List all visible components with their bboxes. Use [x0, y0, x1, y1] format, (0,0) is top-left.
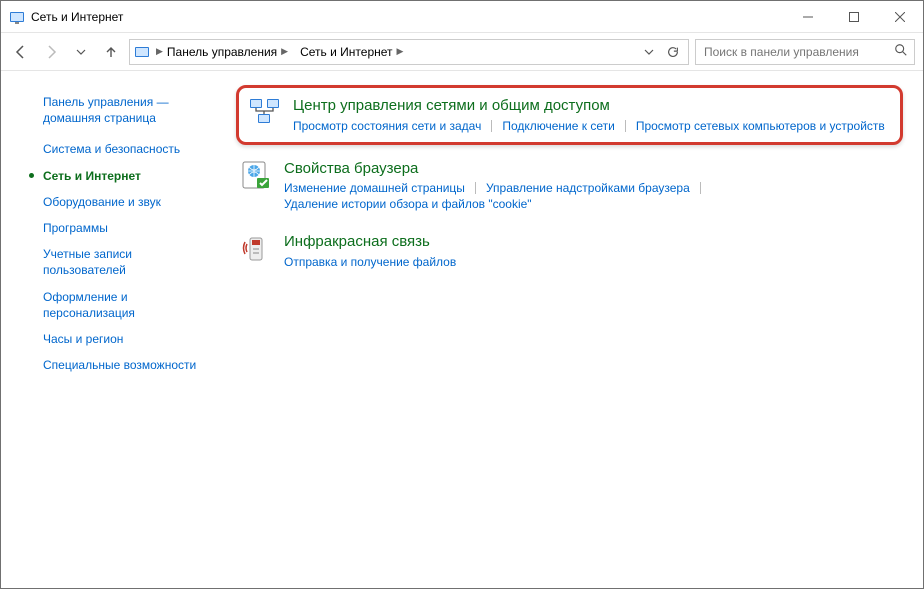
breadcrumb-item[interactable]: ▶ Панель управления ▶ [152, 43, 294, 61]
main-content: Центр управления сетями и общим доступом… [216, 71, 923, 588]
task-link[interactable]: Удаление истории обзора и файлов "cookie… [284, 196, 532, 212]
category-links: Просмотр состояния сети и задач Подключе… [293, 118, 890, 134]
link-separator [475, 182, 476, 194]
infrared-icon [240, 232, 272, 264]
category-title-link[interactable]: Центр управления сетями и общим доступом [293, 96, 890, 116]
task-link[interactable]: Просмотр состояния сети и задач [293, 118, 481, 134]
control-panel-window: Сеть и Интернет [0, 0, 924, 589]
category-infrared: Инфракрасная связь Отправка и получение … [236, 226, 903, 276]
category-body: Инфракрасная связь Отправка и получение … [284, 232, 899, 270]
sidebar-item-clock-region[interactable]: Часы и регион [25, 326, 208, 352]
refresh-button[interactable] [662, 41, 684, 63]
sidebar-item-user-accounts[interactable]: Учетные записи пользователей [25, 241, 208, 283]
chevron-right-icon: ▶ [281, 46, 288, 57]
sidebar: Панель управления — домашняя страница Си… [1, 71, 216, 588]
chevron-right-icon: ▶ [156, 46, 163, 57]
window-buttons [785, 1, 923, 33]
sidebar-item-system-security[interactable]: Система и безопасность [25, 136, 208, 162]
sidebar-item-accessibility[interactable]: Специальные возможности [25, 352, 208, 378]
category-internet-options: Свойства браузера Изменение домашней стр… [236, 153, 903, 219]
task-link[interactable]: Просмотр сетевых компьютеров и устройств [636, 118, 885, 134]
minimize-button[interactable] [785, 1, 831, 33]
category-body: Свойства браузера Изменение домашней стр… [284, 159, 899, 213]
search-box[interactable] [695, 39, 915, 65]
category-body: Центр управления сетями и общим доступом… [293, 96, 890, 134]
client-area: Панель управления — домашняя страница Си… [1, 71, 923, 588]
task-link[interactable]: Подключение к сети [502, 118, 614, 134]
nav-back-button[interactable] [9, 40, 33, 64]
link-separator [700, 182, 701, 194]
address-dropdown-button[interactable] [638, 41, 660, 63]
nav-forward-button[interactable] [39, 40, 63, 64]
category-title-link[interactable]: Инфракрасная связь [284, 232, 899, 252]
category-links: Отправка и получение файлов [284, 254, 899, 270]
titlebar: Сеть и Интернет [1, 1, 923, 33]
address-bar[interactable]: ▶ Панель управления ▶ Сеть и Интернет ▶ [129, 39, 689, 65]
sidebar-item-appearance[interactable]: Оформление и персонализация [25, 284, 208, 326]
sidebar-home-link[interactable]: Панель управления — домашняя страница [25, 89, 208, 136]
sidebar-item-network-internet[interactable]: Сеть и Интернет [25, 163, 208, 189]
close-button[interactable] [877, 1, 923, 33]
control-panel-icon [9, 9, 25, 25]
task-link[interactable]: Отправка и получение файлов [284, 254, 456, 270]
network-sharing-icon [249, 96, 281, 128]
highlighted-category: Центр управления сетями и общим доступом… [236, 85, 903, 145]
task-link[interactable]: Изменение домашней страницы [284, 180, 465, 196]
maximize-button[interactable] [831, 1, 877, 33]
category-links: Изменение домашней страницы Управление н… [284, 180, 899, 212]
breadcrumb-item[interactable]: Сеть и Интернет ▶ [296, 43, 409, 61]
nav-recent-button[interactable] [69, 40, 93, 64]
breadcrumb-label: Панель управления [167, 45, 277, 59]
task-link[interactable]: Управление надстройками браузера [486, 180, 690, 196]
nav-up-button[interactable] [99, 40, 123, 64]
search-icon[interactable] [894, 43, 908, 60]
sidebar-item-hardware-sound[interactable]: Оборудование и звук [25, 189, 208, 215]
address-bar-icon [134, 44, 150, 60]
window-title: Сеть и Интернет [31, 10, 785, 24]
sidebar-item-programs[interactable]: Программы [25, 215, 208, 241]
internet-options-icon [240, 159, 272, 191]
chevron-right-icon: ▶ [397, 46, 404, 57]
breadcrumb-label: Сеть и Интернет [300, 45, 392, 59]
search-input[interactable] [702, 44, 894, 60]
link-separator [491, 120, 492, 132]
link-separator [625, 120, 626, 132]
navbar: ▶ Панель управления ▶ Сеть и Интернет ▶ [1, 33, 923, 71]
category-title-link[interactable]: Свойства браузера [284, 159, 899, 179]
category-network-sharing: Центр управления сетями и общим доступом… [247, 94, 892, 136]
